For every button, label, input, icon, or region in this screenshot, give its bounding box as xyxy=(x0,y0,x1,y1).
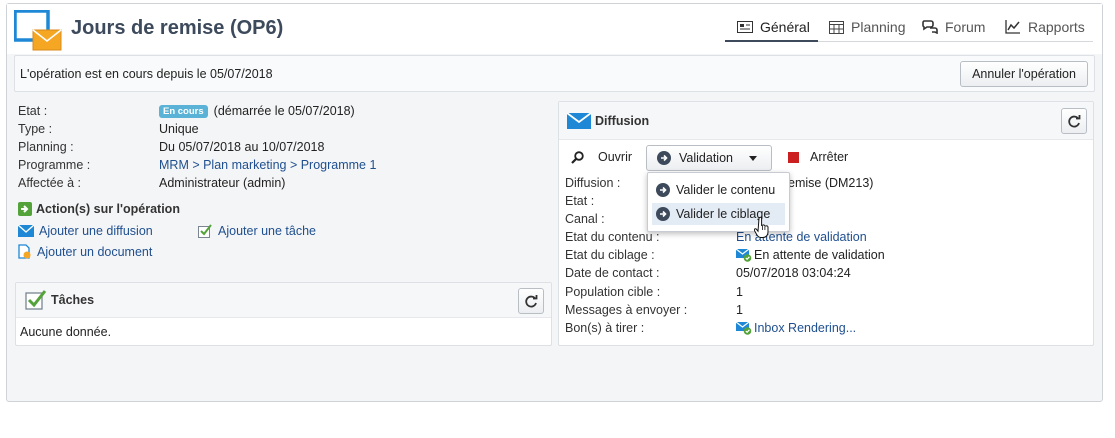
planning-label: Planning : xyxy=(18,140,74,154)
add-delivery-link[interactable]: Ajouter une diffusion xyxy=(39,224,153,238)
envelope-check-icon xyxy=(736,248,752,262)
actions-title: Action(s) sur l'opération xyxy=(36,202,180,216)
search-icon xyxy=(571,150,584,164)
tab-general[interactable]: Général xyxy=(737,19,810,35)
messages-value: 1 xyxy=(736,303,743,317)
tasks-empty-text: Aucune donnée. xyxy=(20,325,112,339)
tasks-title: Tâches xyxy=(51,293,95,307)
task-check-icon xyxy=(198,224,212,238)
date-contact-label: Date de contact : xyxy=(565,266,660,280)
type-label: Type : xyxy=(18,122,53,136)
open-label: Ouvrir xyxy=(598,150,633,164)
etat-contenu-label: Etat du contenu : xyxy=(565,230,660,244)
tab-planning[interactable]: Planning xyxy=(829,19,906,35)
forum-icon xyxy=(922,20,938,34)
population-label: Population cible : xyxy=(565,285,661,299)
diffusion-row-value: emise (DM213) xyxy=(788,176,874,190)
general-icon xyxy=(737,21,753,33)
status-badge: En cours xyxy=(159,105,208,118)
messages-label: Messages à envoyer : xyxy=(565,303,688,317)
etat-label: Etat : xyxy=(18,104,48,118)
menu-item-validate-content[interactable]: Valider le contenu xyxy=(648,179,789,201)
add-document-link[interactable]: Ajouter un document xyxy=(37,245,152,259)
tasks-panel-header xyxy=(16,283,551,318)
envelope-icon xyxy=(18,225,34,237)
page-title: Jours de remise (OP6) xyxy=(71,17,284,39)
add-document-action[interactable]: Ajouter un document xyxy=(18,244,152,259)
stop-label: Arrêter xyxy=(810,150,849,164)
active-tab-indicator xyxy=(725,40,818,42)
tab-general-label: Général xyxy=(760,19,810,35)
diffusion-row-label: Diffusion : xyxy=(565,176,621,190)
tab-forum-label: Forum xyxy=(945,19,986,35)
etat-ciblage-label: Etat du ciblage : xyxy=(565,248,655,262)
document-icon xyxy=(18,244,31,259)
etat-value-row: En cours (démarrée le 05/07/2018) xyxy=(159,104,355,118)
etat-value: (démarrée le 05/07/2018) xyxy=(213,104,355,118)
open-delivery-button[interactable]: Ouvrir xyxy=(571,150,632,164)
programme-label: Programme : xyxy=(18,158,91,172)
diffusion-canal-label: Canal : xyxy=(565,212,605,226)
tasks-refresh-button[interactable] xyxy=(518,288,544,314)
chart-icon xyxy=(1005,20,1020,34)
date-contact-value: 05/07/2018 03:04:24 xyxy=(736,266,851,280)
add-task-link[interactable]: Ajouter une tâche xyxy=(218,224,316,238)
affectee-label: Affectée à : xyxy=(18,176,82,190)
refresh-icon xyxy=(524,294,537,307)
tab-rapports[interactable]: Rapports xyxy=(1005,19,1085,35)
arrow-circle-icon xyxy=(656,183,670,197)
operation-logo-icon xyxy=(13,9,64,55)
actions-section-title: Action(s) sur l'opération xyxy=(18,202,180,216)
envelope-icon xyxy=(567,113,591,129)
diffusion-title: Diffusion xyxy=(595,114,650,128)
etat-ciblage-value-row: En attente de validation xyxy=(736,248,885,262)
calendar-icon xyxy=(829,21,844,34)
menu-item-validate-content-label: Valider le contenu xyxy=(676,183,776,197)
planning-value: Du 05/07/2018 au 10/07/2018 xyxy=(159,140,325,154)
validation-label: Validation xyxy=(679,151,733,165)
add-task-action[interactable]: Ajouter une tâche xyxy=(198,224,316,238)
hand-cursor-icon xyxy=(753,216,770,242)
tab-forum[interactable]: Forum xyxy=(922,19,985,35)
chevron-down-icon xyxy=(748,155,757,161)
operation-status-text: L'opération est en cours depuis le 05/07… xyxy=(20,67,273,81)
arrow-circle-icon xyxy=(656,207,670,221)
diffusion-section-title: Diffusion xyxy=(567,113,649,129)
arrow-right-icon xyxy=(18,202,32,216)
diffusion-etat-label: Etat : xyxy=(565,194,595,208)
task-check-icon xyxy=(25,290,47,310)
arrow-circle-icon xyxy=(657,151,671,165)
tab-planning-label: Planning xyxy=(851,19,906,35)
bat-label: Bon(s) à tirer : xyxy=(565,321,645,335)
tasks-section-title: Tâches xyxy=(25,290,94,310)
affectee-value: Administrateur (admin) xyxy=(159,176,286,190)
programme-link[interactable]: MRM > Plan marketing > Programme 1 xyxy=(159,158,376,172)
cancel-operation-button[interactable]: Annuler l'opération xyxy=(960,61,1088,87)
bat-value-row[interactable]: Inbox Rendering... xyxy=(736,321,856,335)
bat-link[interactable]: Inbox Rendering... xyxy=(754,321,856,335)
tab-rapports-label: Rapports xyxy=(1028,19,1085,35)
add-delivery-action[interactable]: Ajouter une diffusion xyxy=(18,224,153,238)
population-value: 1 xyxy=(736,285,743,299)
validation-dropdown-button[interactable]: Validation xyxy=(646,145,772,171)
envelope-check-icon xyxy=(736,321,752,335)
diffusion-refresh-button[interactable] xyxy=(1061,108,1087,134)
etat-ciblage-value: En attente de validation xyxy=(754,248,885,262)
stop-icon xyxy=(788,151,799,163)
stop-delivery-button[interactable]: Arrêter xyxy=(788,150,848,164)
type-value: Unique xyxy=(159,122,199,136)
refresh-icon xyxy=(1067,114,1080,127)
